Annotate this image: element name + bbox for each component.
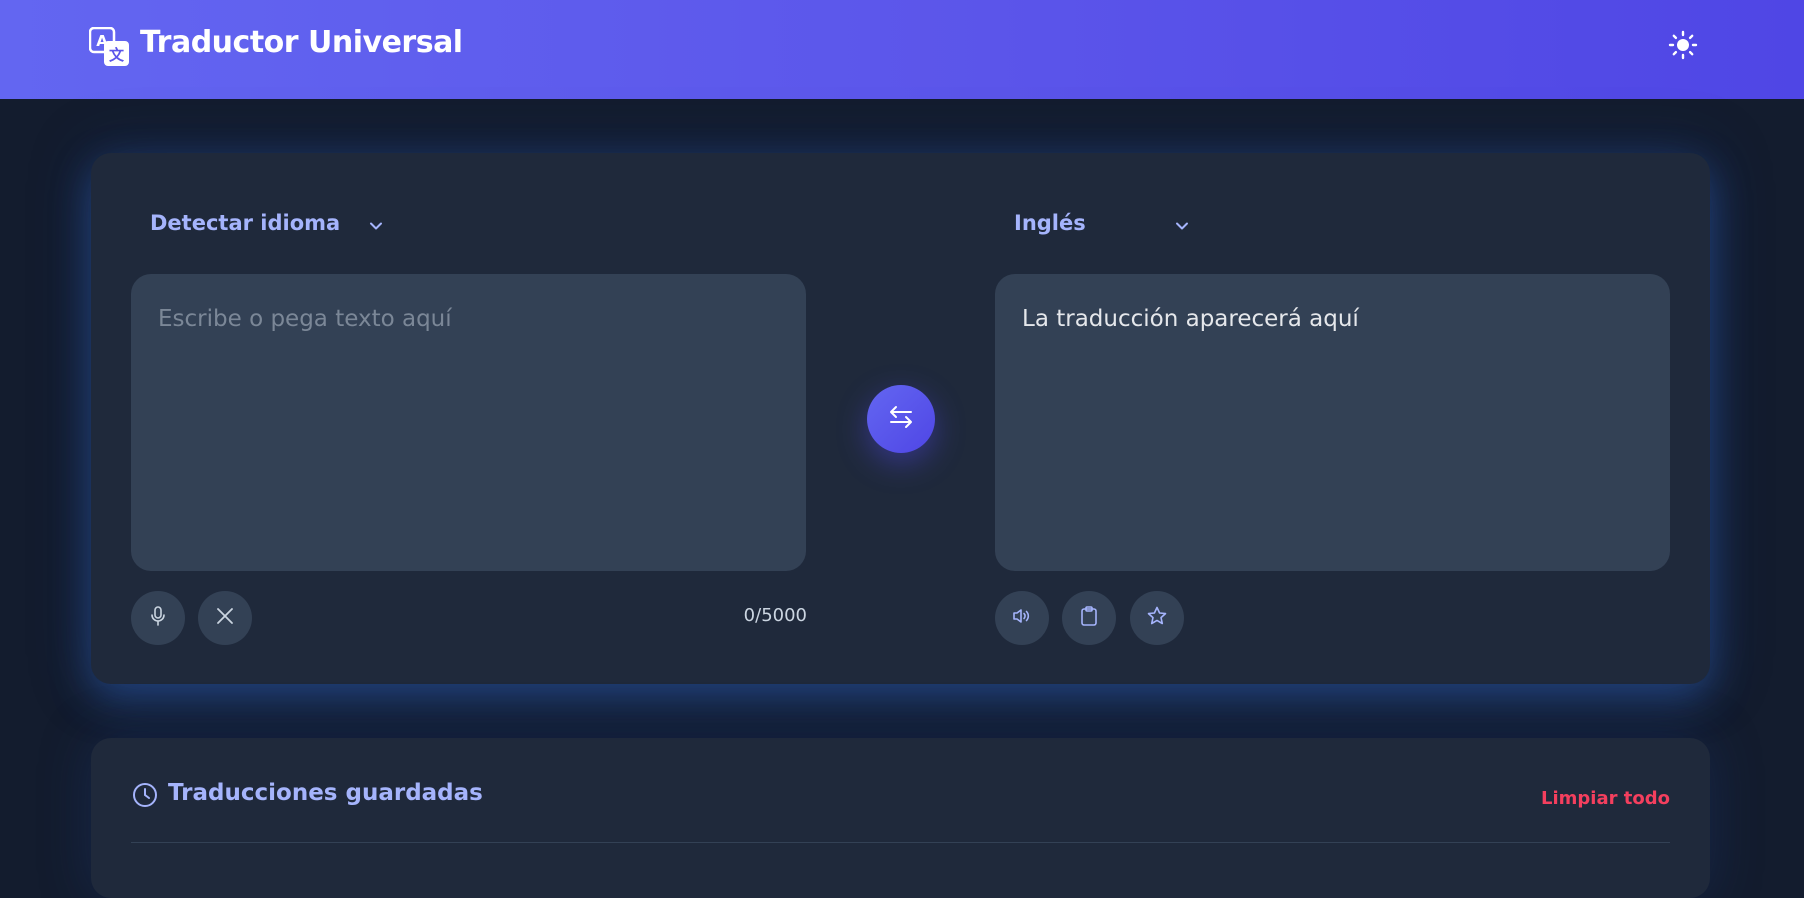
svg-text:文: 文 (109, 46, 125, 64)
microphone-button[interactable] (131, 591, 185, 645)
saved-translations-card: Traducciones guardadas Limpiar todo (91, 738, 1710, 898)
copy-button[interactable] (1062, 591, 1116, 645)
chevron-down-icon (368, 215, 384, 231)
listen-button[interactable] (995, 591, 1049, 645)
star-icon (1146, 605, 1168, 631)
source-language-label: Detectar idioma (150, 211, 341, 235)
source-text-input[interactable]: Escribe o pega texto aquí (131, 274, 806, 571)
translate-icon: A 文 (88, 26, 131, 67)
swap-languages-button[interactable] (867, 385, 935, 453)
source-language-select[interactable]: Detectar idioma (150, 205, 400, 241)
theme-toggle-button[interactable] (1664, 28, 1702, 66)
app-header: A 文 Traductor Universal (0, 0, 1804, 99)
target-language-select[interactable]: Inglés (1014, 205, 1214, 241)
swap-arrows-icon (886, 402, 916, 436)
clipboard-icon (1078, 605, 1100, 631)
source-placeholder: Escribe o pega texto aquí (158, 306, 452, 332)
speaker-icon (1011, 605, 1033, 631)
target-language-label: Inglés (1014, 211, 1086, 235)
chevron-down-icon (1174, 215, 1190, 231)
clear-text-button[interactable] (198, 591, 252, 645)
divider (131, 842, 1670, 843)
clear-all-button[interactable]: Limpiar todo (1541, 788, 1670, 809)
translation-output: La traducción aparecerá aquí (995, 274, 1670, 571)
sun-icon (1668, 30, 1698, 64)
character-count: 0/5000 (743, 605, 807, 626)
microphone-icon (147, 605, 169, 631)
app-title: Traductor Universal (140, 25, 463, 60)
output-placeholder: La traducción aparecerá aquí (1022, 306, 1359, 332)
save-favorite-button[interactable] (1130, 591, 1184, 645)
clock-icon (131, 781, 159, 809)
saved-translations-title: Traducciones guardadas (168, 780, 483, 806)
translator-card: Detectar idioma Inglés Escribe o pega te… (91, 153, 1710, 684)
close-icon (214, 605, 236, 631)
